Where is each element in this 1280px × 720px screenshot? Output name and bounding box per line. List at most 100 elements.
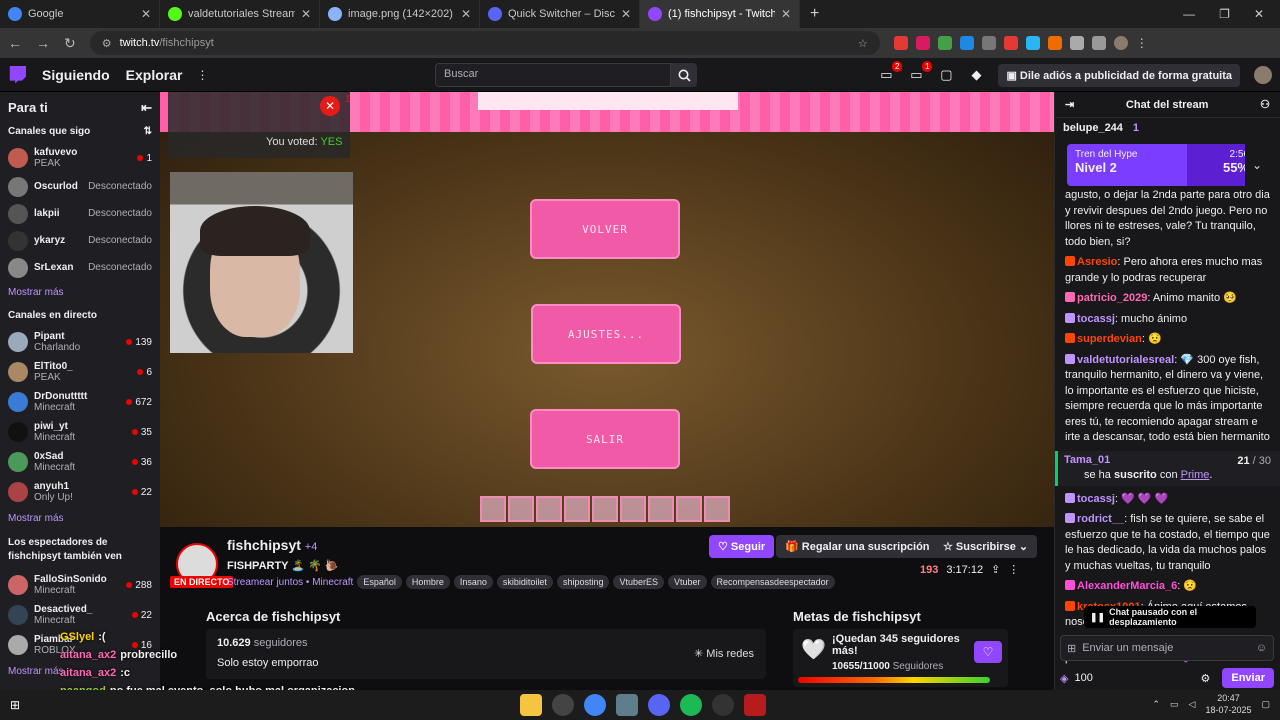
stream-tag[interactable]: shiposting [556,575,610,589]
maximize-icon[interactable]: ❐ [1219,7,1230,21]
download-icon[interactable] [1091,36,1106,50]
channel-points-icon[interactable]: ◈ [1060,672,1068,685]
search-button[interactable] [671,63,697,87]
app-icon[interactable] [616,694,638,716]
adfree-button[interactable]: ▣ Dile adiós a publicidad de forma gratu… [998,63,1240,87]
subscribe-button[interactable]: ☆ Suscribirse ⌄ [934,535,1038,558]
close-tab-icon[interactable]: ✕ [621,7,631,21]
file-explorer-icon[interactable] [520,694,542,716]
sort-icon[interactable]: ⇅ [144,126,152,137]
channel-item[interactable]: SrLexan Desconectado [0,254,160,281]
channel-item[interactable]: 0xSad Minecraft 36 [0,447,160,477]
nav-browse[interactable]: Explorar [126,67,183,83]
send-button[interactable]: Enviar [1222,668,1274,688]
back-icon[interactable]: ← [8,35,22,51]
stream-tag[interactable]: Insano [453,575,493,589]
spotify-icon[interactable] [680,694,702,716]
chat-settings-icon[interactable]: ⚙ [1200,672,1210,685]
reload-icon[interactable]: ↻ [64,35,76,52]
collab-count[interactable]: +4 [305,541,318,553]
channel-item[interactable]: ykaryz Desconectado [0,227,160,254]
collapse-sidebar-icon[interactable]: ⇤ [141,100,152,116]
crown-icon[interactable]: ◆ [968,67,984,83]
channel-item[interactable]: anyuh1 Only Up! 22 [0,477,160,507]
extension-icon[interactable] [1025,36,1040,50]
close-tab-icon[interactable]: ✕ [301,7,311,21]
chat-paused-banner[interactable]: ❚❚ Chat pausado con el desplazamiento [1084,606,1256,628]
channel-item[interactable]: piwi_yt Minecraft 35 [0,417,160,447]
follow-button[interactable]: ♡ Seguir [709,535,775,558]
forward-icon[interactable]: → [36,35,50,51]
emote-icon[interactable]: ☺ [1256,642,1267,654]
extension-icon[interactable] [1047,36,1062,50]
network-icon[interactable]: ▭ [1170,699,1179,710]
stream-tag[interactable]: Recompensasdeespectador [710,575,835,589]
url-bar[interactable]: ⚙ twitch.tv/fishchipsyt ☆ [89,31,880,55]
extension-icon[interactable] [915,36,930,50]
browser-tab[interactable]: Quick Switcher – Discord ✕ [480,0,640,28]
search-input[interactable]: Buscar [435,63,671,87]
chat-username[interactable]: patricio_2029 [1077,292,1147,304]
twitch-logo-icon[interactable] [9,65,26,84]
browser-tab[interactable]: image.png (142×202) ✕ [320,0,480,28]
tray-chevron-icon[interactable]: ⌃ [1152,699,1160,710]
clock[interactable]: 20:47 18-07-2025 [1205,692,1251,716]
stream-tag[interactable]: Español [357,575,402,589]
notifications-tray-icon[interactable]: ▢ [1261,699,1270,710]
volume-icon[interactable]: ◁ [1189,699,1196,710]
inbox-icon[interactable]: ▭ 2 [878,61,903,83]
prime-link[interactable]: Prime [1181,469,1210,481]
extension-icon[interactable] [937,36,952,50]
more-options-icon[interactable]: ⋮ [1008,563,1019,576]
chevron-down-icon[interactable]: ⌄ [1245,144,1269,186]
chat-username[interactable]: valdetutorialesreal [1077,354,1174,366]
chat-input[interactable]: ⊞ Enviar un mensaje ☺ [1060,635,1274,661]
chat-username[interactable]: rodrict__ [1077,513,1124,525]
sub-user[interactable]: Tama_01 [1064,454,1110,466]
close-tab-icon[interactable]: ✕ [141,7,151,21]
show-more-live[interactable]: Mostrar más [0,507,160,530]
pinned-user[interactable]: belupe_244 [1063,122,1123,134]
whispers-icon[interactable]: ▢ [938,67,954,83]
chat-username[interactable]: AlexanderMarcia_6 [1077,580,1177,592]
close-tab-icon[interactable]: ✕ [781,7,791,21]
new-tab-icon[interactable]: + [800,5,829,23]
socials-link[interactable]: ✳ Mis redes [694,647,754,660]
extension-icon[interactable] [893,36,908,50]
chat-username[interactable]: superdevian [1077,333,1142,345]
browser-tab[interactable]: (1) fishchipsyt - Twitch ✕ [640,0,800,28]
stream-tag[interactable]: VtuberES [613,575,664,589]
puzzle-icon[interactable] [1069,36,1084,50]
browser-menu-icon[interactable]: ⋮ [1136,36,1148,50]
chrome-icon[interactable] [584,694,606,716]
channel-item[interactable]: Pipant Charlando 139 [0,327,160,357]
site-info-icon[interactable]: ⚙ [102,37,112,50]
extension-icon[interactable] [1003,36,1018,50]
show-more-followed[interactable]: Mostrar más [0,281,160,304]
browser-tab[interactable]: Google ✕ [0,0,160,28]
channel-item[interactable]: Desactived_ Minecraft 22 [0,600,160,630]
browser-tab[interactable]: valdetutoriales Stream - Watch ✕ [160,0,320,28]
stream-tag[interactable]: Vtuber [668,575,707,589]
video-player[interactable]: ✕ 1 You voted: YES VOLVER AJUSTES... SAL… [160,92,1054,527]
stream-tag[interactable]: skibiditoilet [496,575,553,589]
close-window-icon[interactable]: ✕ [1254,7,1264,21]
channel-item[interactable]: Oscurlod Desconectado [0,173,160,200]
extension-icon[interactable] [981,36,996,50]
app-icon[interactable] [552,694,574,716]
app-icon[interactable] [744,694,766,716]
more-icon[interactable]: ⋮ [196,68,208,82]
channel-item[interactable]: DrDonuttttt Minecraft 672 [0,387,160,417]
chat-username[interactable]: Asresio [1077,256,1117,268]
channel-item[interactable]: lakpii Desconectado [0,200,160,227]
collapse-chat-icon[interactable]: ⇥ [1065,98,1074,111]
chat-username[interactable]: tocassj [1077,493,1115,505]
chat-username[interactable]: tocassj [1077,313,1115,325]
channel-item[interactable]: kafuvevo PEAK 1 [0,143,160,173]
users-icon[interactable]: ⚇ [1260,98,1270,111]
stream-tag[interactable]: Hombre [405,575,450,589]
channel-item[interactable]: FalloSinSonido Minecraft 288 [0,570,160,600]
notifications-icon[interactable]: ▭ 1 [908,61,933,83]
gift-icon[interactable]: ⊞ [1067,642,1076,655]
gift-sub-button[interactable]: 🎁 Regalar una suscripción ⌄ [776,535,951,558]
